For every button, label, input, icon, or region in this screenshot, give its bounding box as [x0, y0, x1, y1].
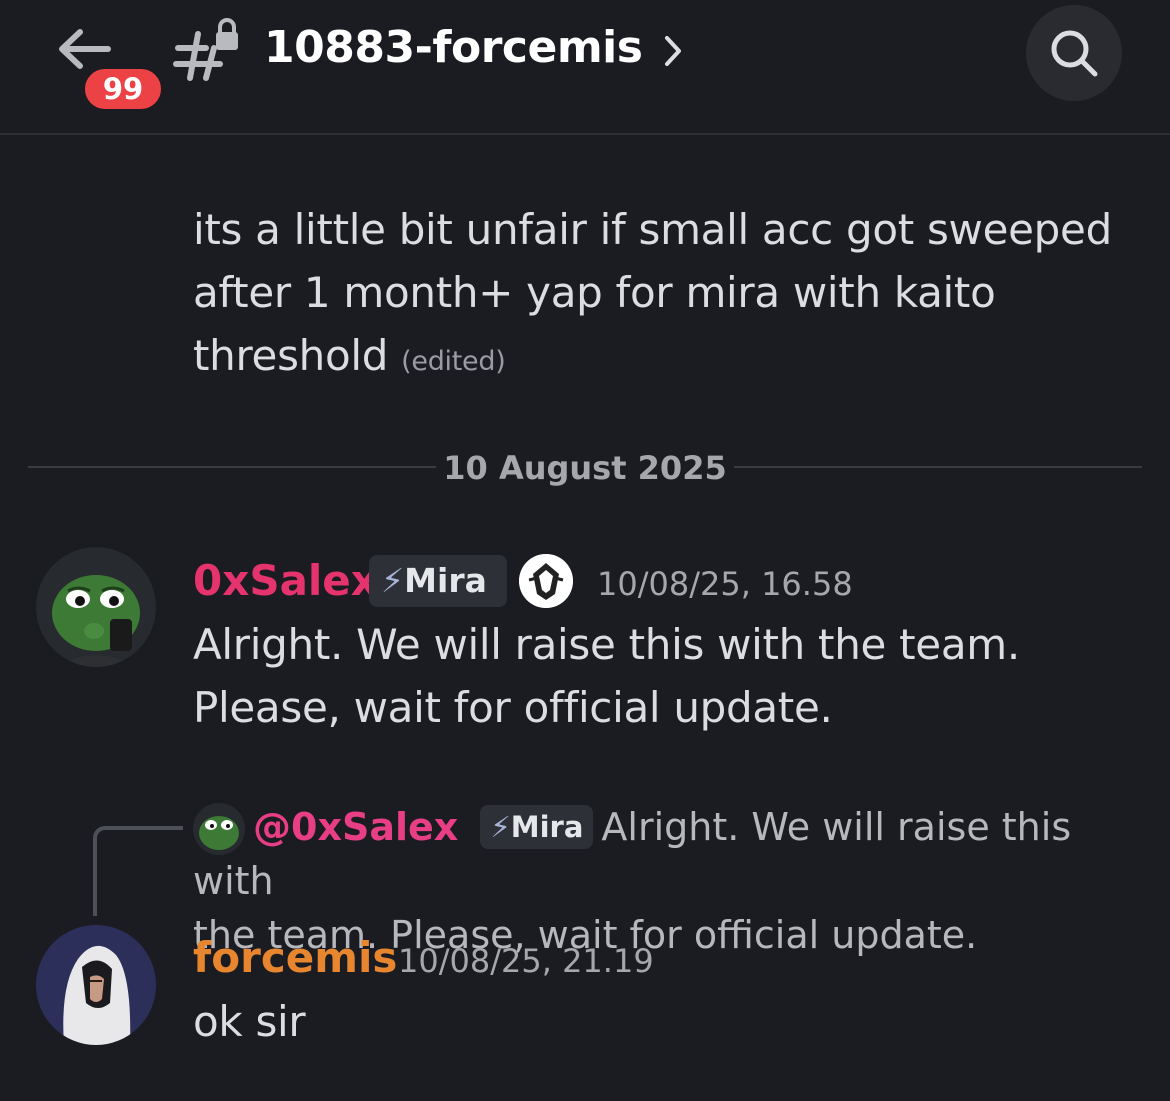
message-line: Please, wait for official update.: [193, 683, 833, 732]
role-tag[interactable]: ⚡Mira: [369, 555, 507, 607]
message-text: its a little bit unfair if small acc got…: [193, 198, 1112, 393]
role-name: Mira: [404, 561, 487, 600]
edited-label: (edited): [401, 346, 506, 377]
reply-line-1: @0xSalex ⚡Mira Alright. We will raise thi…: [193, 800, 1133, 908]
reply-role-tag: ⚡Mira: [480, 805, 594, 849]
timestamp: 10/08/25, 16.58: [597, 565, 853, 603]
username[interactable]: forcemis: [193, 932, 397, 984]
avatar[interactable]: [36, 547, 156, 667]
search-button[interactable]: [1026, 5, 1122, 101]
reply-role-name: Mira: [510, 810, 584, 844]
chevron-right-icon[interactable]: [662, 34, 684, 68]
locked-hash-icon: [170, 18, 240, 88]
reply-mention[interactable]: @0xSalex: [253, 805, 458, 849]
message-line-text: threshold: [193, 331, 389, 380]
message-line: Alright. We will raise this with the tea…: [193, 620, 1020, 669]
message-line: threshold (edited): [193, 324, 1112, 393]
date-divider: 10 August 2025: [443, 449, 727, 487]
reply-connector: [93, 826, 183, 916]
lightning-bolt-icon: ⚡: [381, 561, 405, 600]
message-line: after 1 month+ yap for mira with kaito: [193, 268, 996, 317]
message-text: ok sir: [193, 997, 306, 1046]
avatar[interactable]: [36, 925, 156, 1045]
server-tag-icon[interactable]: [519, 554, 573, 608]
username[interactable]: 0xSalex: [193, 555, 378, 607]
message-text: Alright. We will raise this with the tea…: [193, 613, 1020, 739]
search-icon: [1051, 30, 1098, 77]
date-divider-line-left: [28, 466, 436, 468]
lightning-bolt-icon: ⚡: [490, 810, 511, 844]
unread-badge: 99: [80, 64, 166, 114]
date-divider-line-right: [734, 466, 1142, 468]
channel-name[interactable]: 10883-forcemis: [264, 20, 643, 76]
channel-header: 99 10883-forcemis: [0, 0, 1170, 135]
timestamp: 10/08/25, 21.19: [398, 942, 654, 980]
message-line: its a little bit unfair if small acc got…: [193, 205, 1112, 254]
